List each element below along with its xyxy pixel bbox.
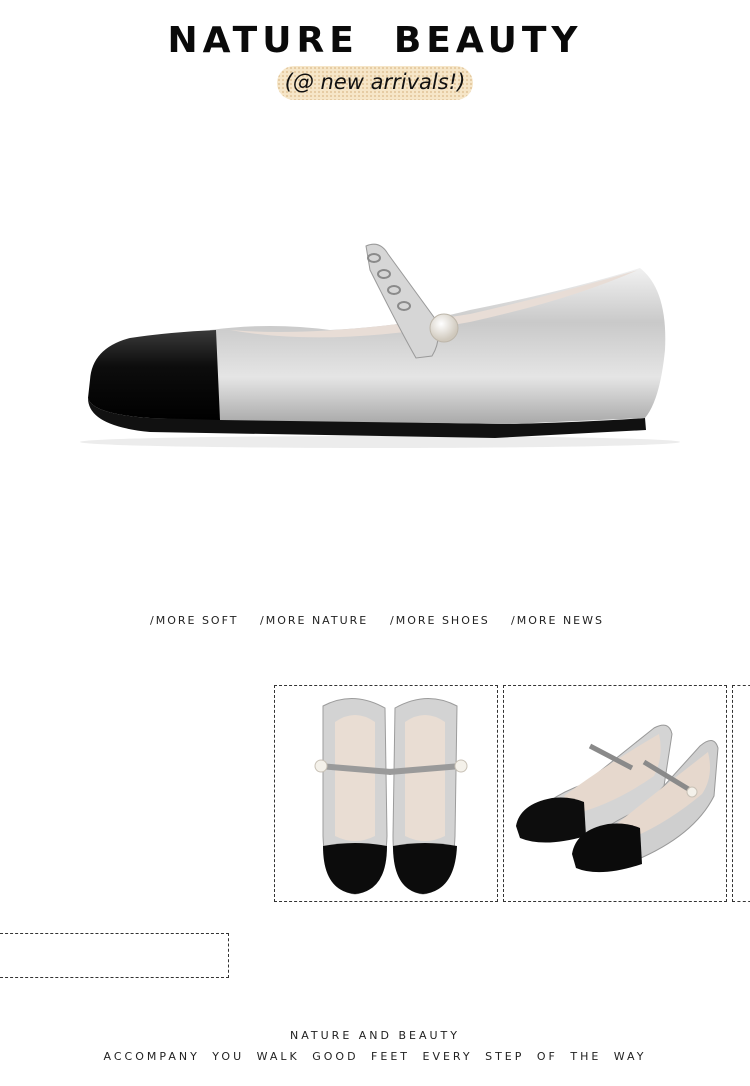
empty-frame <box>0 933 229 978</box>
footer-tagline-2: ACCOMPANY YOU WALK GOOD FEET EVERY STEP … <box>103 1050 647 1063</box>
nav-more-soft[interactable]: /MORE SOFT <box>150 614 238 627</box>
nav-more-news[interactable]: /MORE NEWS <box>511 614 604 627</box>
footer-tagline-1: NATURE AND BEAUTY <box>290 1029 460 1042</box>
page-title: NATURE BEAUTY <box>167 20 583 61</box>
shoes-angled-view-image <box>516 724 719 873</box>
gallery-item-partial[interactable] <box>732 685 750 902</box>
gallery-item-angled-view[interactable] <box>503 685 727 902</box>
shoes-top-view-image <box>314 697 468 895</box>
hero-shoe-image <box>80 243 680 448</box>
gallery-item-top-view[interactable] <box>274 685 498 902</box>
nav-more-shoes[interactable]: /MORE SHOES <box>390 614 490 627</box>
new-arrivals-label: (@ new arrivals!) <box>284 70 466 94</box>
more-nav: /MORE SOFT /MORE NATURE /MORE SHOES /MOR… <box>0 614 750 630</box>
nav-more-nature[interactable]: /MORE NATURE <box>260 614 368 627</box>
